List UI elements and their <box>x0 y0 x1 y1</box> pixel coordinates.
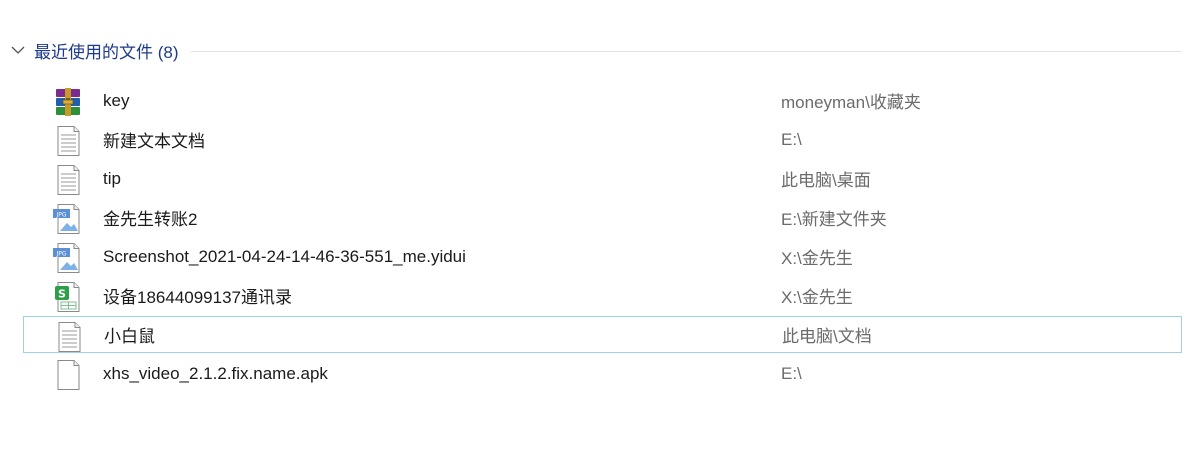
group-divider <box>190 50 1182 52</box>
file-row[interactable]: key moneyman\收藏夹 <box>23 82 1182 119</box>
file-name: key <box>103 90 130 110</box>
file-name: xhs_video_2.1.2.fix.name.apk <box>103 363 328 383</box>
file-name: 小白鼠 <box>104 327 155 346</box>
file-row[interactable]: xhs_video_2.1.2.fix.name.apk E:\ <box>23 355 1182 392</box>
group-title: 最近使用的文件 (8) <box>34 42 179 62</box>
chevron-down-icon[interactable] <box>10 42 26 58</box>
file-path: E:\ <box>781 129 802 149</box>
jpg-image-icon: JPG <box>53 243 80 273</box>
file-row[interactable]: tip 此电脑\桌面 <box>23 160 1182 197</box>
text-document-icon <box>58 322 81 352</box>
file-row[interactable]: JPG 金先生转账2 E:\新建文件夹 <box>23 199 1182 236</box>
file-name: tip <box>103 168 121 188</box>
file-row-selected[interactable]: 小白鼠 此电脑\文档 <box>23 316 1182 353</box>
file-row[interactable]: JPG Screenshot_2021-04-24-14-46-36-551_m… <box>23 238 1182 275</box>
winrar-archive-icon <box>56 88 80 116</box>
blank-file-icon <box>57 360 80 390</box>
svg-text:JPG: JPG <box>55 211 66 218</box>
spreadsheet-icon: S <box>55 282 80 312</box>
file-row[interactable]: S 设备18644099137通讯录 X:\金先生 <box>23 277 1182 314</box>
file-name: Screenshot_2021-04-24-14-46-36-551_me.yi… <box>103 246 466 266</box>
svg-text:JPG: JPG <box>55 250 66 257</box>
file-name: 金先生转账2 <box>103 210 198 229</box>
jpg-image-icon: JPG <box>53 204 80 234</box>
file-path: moneyman\收藏夹 <box>781 93 921 112</box>
file-path: 此电脑\文档 <box>782 327 872 346</box>
file-path: X:\金先生 <box>781 249 853 268</box>
file-path: E:\新建文件夹 <box>781 210 887 229</box>
text-document-icon <box>57 126 80 156</box>
file-name: 新建文本文档 <box>103 132 205 151</box>
file-name: 设备18644099137通讯录 <box>103 288 293 307</box>
file-path: E:\ <box>781 363 802 383</box>
recent-files-group-header[interactable]: 最近使用的文件 (8) <box>10 38 1182 62</box>
file-row[interactable]: 新建文本文档 E:\ <box>23 121 1182 158</box>
text-document-icon <box>57 165 80 195</box>
file-path: X:\金先生 <box>781 288 853 307</box>
svg-text:S: S <box>58 288 66 301</box>
file-path: 此电脑\桌面 <box>781 171 871 190</box>
